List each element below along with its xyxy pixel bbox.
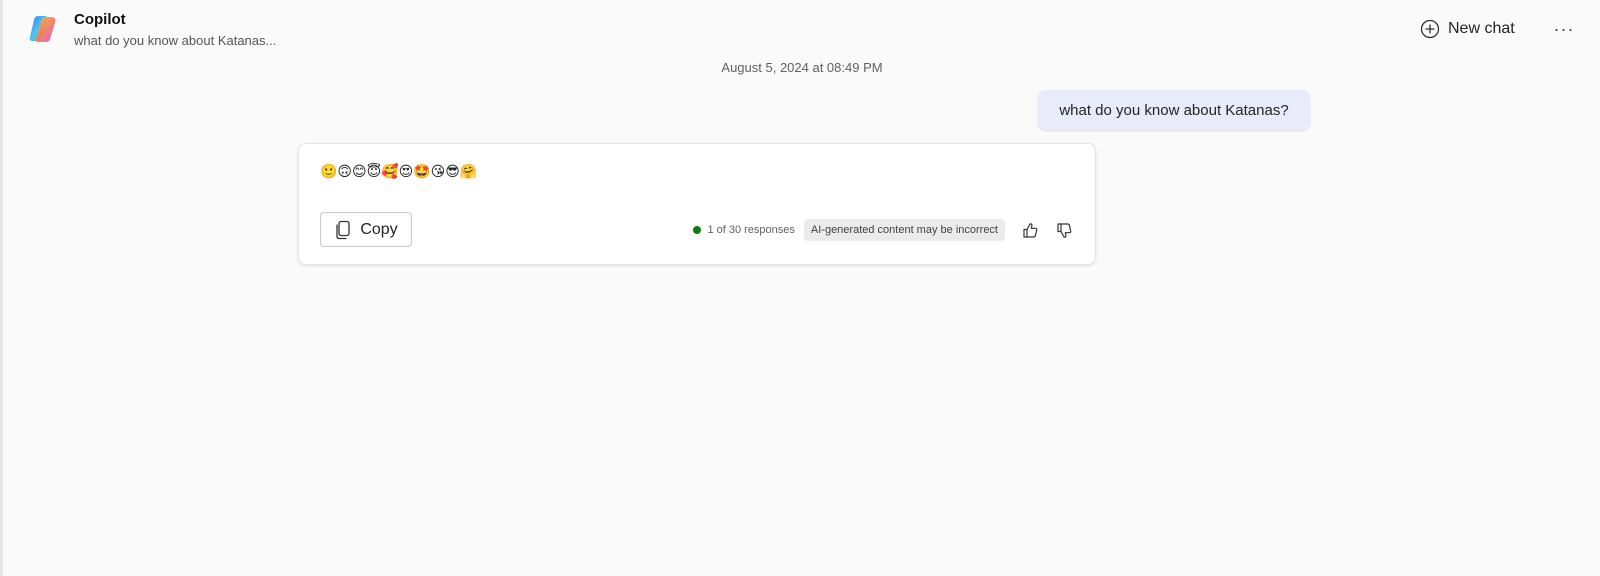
more-options-button[interactable]: ··· xyxy=(1548,16,1580,42)
header: Copilot what do you know about Katanas..… xyxy=(0,0,1600,58)
add-circle-icon xyxy=(1420,19,1440,39)
app-title: Copilot xyxy=(74,11,126,28)
conversation-timestamp: August 5, 2024 at 08:49 PM xyxy=(721,60,883,75)
user-message-text: what do you know about Katanas? xyxy=(1059,101,1289,119)
copy-icon xyxy=(336,220,350,239)
copy-label: Copy xyxy=(360,220,398,238)
response-text: 🙂🙃😊😇🥰😍🤩😘😎🤗 xyxy=(320,164,478,180)
copilot-logo-icon xyxy=(29,16,56,42)
user-message-bubble: what do you know about Katanas? xyxy=(1038,90,1310,130)
responses-count: 1 of 30 responses xyxy=(707,224,795,236)
window-edge xyxy=(0,0,3,576)
new-chat-button[interactable]: New chat xyxy=(1420,14,1515,44)
status-dot xyxy=(693,226,702,234)
chat-subtitle: what do you know about Katanas... xyxy=(74,33,277,48)
like-button[interactable] xyxy=(1019,219,1041,241)
ai-disclaimer-badge: AI-generated content may be incorrect xyxy=(803,219,1005,241)
dislike-button[interactable] xyxy=(1053,219,1075,241)
thumbs-down-icon xyxy=(1056,222,1071,238)
new-chat-label: New chat xyxy=(1448,20,1515,37)
response-card: 🙂🙃😊😇🥰😍🤩😘😎🤗 Copy 1 of 30 responses AI-gen… xyxy=(298,143,1096,265)
thumbs-up-icon xyxy=(1022,222,1037,238)
response-footer: 1 of 30 responses AI-generated content m… xyxy=(693,218,1075,242)
more-icon: ··· xyxy=(1553,18,1575,39)
copy-button[interactable]: Copy xyxy=(320,212,412,247)
